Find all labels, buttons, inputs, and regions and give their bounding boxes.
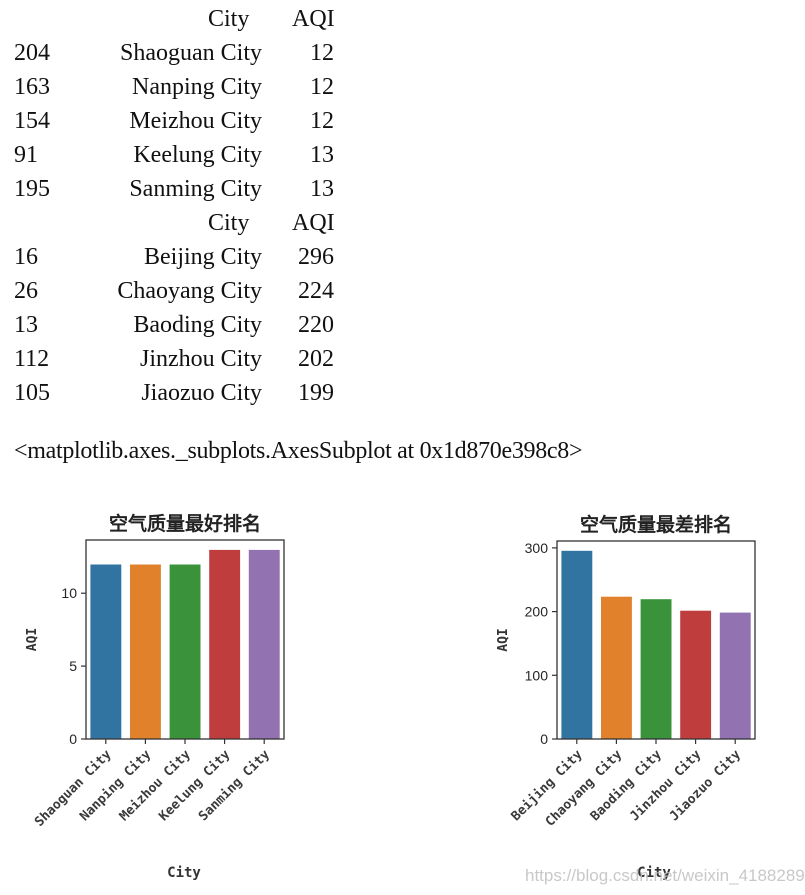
x-tick-label: Baoding City <box>588 747 665 824</box>
bar <box>208 549 241 740</box>
y-tick-label: 10 <box>61 585 77 601</box>
x-tick-label: Meizhou City <box>117 747 194 824</box>
bar <box>600 595 633 740</box>
bar <box>560 550 594 740</box>
bar <box>719 611 752 740</box>
x-axis-label: City <box>167 865 201 881</box>
y-tick-label: 0 <box>69 731 77 747</box>
chart-title: 空气质量最好排名 <box>109 512 261 535</box>
x-tick-label: Nanping City <box>77 747 154 824</box>
chart-title: 空气质量最差排名 <box>580 513 732 536</box>
watermark: https://blog.csdn.net/weixin_41882890 <box>525 866 805 885</box>
x-tick-label: Keelung City <box>156 747 233 824</box>
x-tick-label: Jinzhou City <box>627 747 704 824</box>
y-tick-label: 200 <box>525 604 549 620</box>
y-tick-label: 300 <box>525 540 549 556</box>
x-tick-label: Sanming City <box>196 747 273 824</box>
bar <box>89 563 123 740</box>
y-tick-label: 100 <box>525 667 549 683</box>
bar <box>168 563 202 740</box>
bar <box>247 549 281 740</box>
y-axis-label: AQI <box>25 628 40 651</box>
bar <box>679 609 712 740</box>
y-tick-label: 0 <box>540 731 548 747</box>
bar <box>639 598 673 740</box>
y-tick-label: 5 <box>69 658 77 674</box>
y-axis-label: AQI <box>496 628 511 651</box>
charts-figure: 0510Shaoguan CityNanping CityMeizhou Cit… <box>25 512 756 881</box>
x-tick-label: Jiaozuo City <box>667 747 744 824</box>
x-tick-label: Beijing City <box>509 747 586 824</box>
bar <box>129 563 162 740</box>
